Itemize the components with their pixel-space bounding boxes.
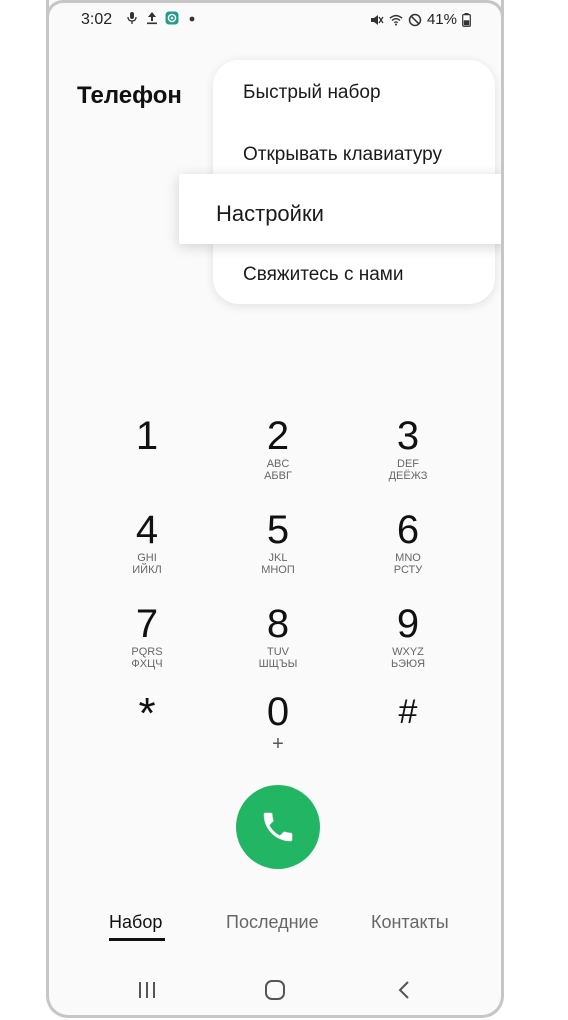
key-letters-latin: TUV: [267, 646, 289, 658]
menu-item-contact-us[interactable]: Свяжитесь с нами: [243, 264, 403, 286]
key-plus-label: +: [272, 733, 284, 755]
key-letters-cyrillic: ДЕЁЖЗ: [388, 470, 428, 482]
key-letters-latin: JKL: [268, 552, 288, 564]
wifi-icon: [389, 14, 403, 26]
key-letters-latin: ABC: [266, 458, 290, 470]
key-letters-cyrillic: РСТУ: [393, 564, 423, 576]
key-6[interactable]: 6 MNO РСТУ: [353, 508, 463, 596]
key-star[interactable]: *: [92, 690, 202, 778]
menu-item-settings[interactable]: Настройки: [179, 174, 501, 244]
dot-icon: [189, 16, 195, 22]
key-1[interactable]: 1: [92, 414, 202, 502]
key-9[interactable]: 9 WXYZ ЬЭЮЯ: [353, 602, 463, 690]
key-letters-latin: DEF: [397, 458, 419, 470]
key-3[interactable]: 3 DEF ДЕЁЖЗ: [353, 414, 463, 502]
menu-item-speed-dial[interactable]: Быстрый набор: [243, 82, 381, 104]
key-letters-latin: WXYZ: [392, 646, 424, 658]
key-letters-latin: GHI: [137, 552, 157, 564]
key-2[interactable]: 2 ABC АБВГ: [223, 414, 333, 502]
status-bar: 3:02 41%: [49, 0, 501, 40]
key-5[interactable]: 5 JKL МНОП: [223, 508, 333, 596]
key-digit: #: [398, 693, 418, 731]
key-7[interactable]: 7 PQRS ФХЦЧ: [92, 602, 202, 690]
tab-keypad[interactable]: Набор: [109, 912, 162, 933]
page-title: Телефон: [77, 82, 182, 109]
key-digit: 2: [266, 414, 290, 458]
key-digit: 1: [135, 414, 159, 458]
tab-contacts[interactable]: Контакты: [371, 912, 449, 933]
system-nav-bar: [49, 970, 501, 1010]
key-digit: 0: [266, 690, 290, 734]
app-notification-icon: [165, 11, 179, 25]
menu-item-settings-label: Настройки: [216, 201, 324, 226]
battery-percent: 41%: [426, 11, 457, 28]
phone-icon: [263, 812, 293, 842]
battery-icon: [462, 12, 471, 27]
status-right: 41%: [370, 11, 471, 28]
recent-apps-icon[interactable]: [135, 978, 159, 1002]
home-icon[interactable]: [263, 978, 287, 1002]
tab-recents[interactable]: Последние: [226, 912, 319, 933]
mute-icon: [370, 14, 384, 25]
key-digit: 3: [396, 414, 420, 458]
key-digit: 7: [135, 602, 159, 646]
key-letters-latin: PQRS: [131, 646, 163, 658]
key-letters-latin: MNO: [395, 552, 421, 564]
key-digit: 8: [266, 602, 290, 646]
key-hash[interactable]: #: [353, 690, 463, 778]
mic-icon: [127, 12, 137, 24]
call-button[interactable]: [236, 785, 320, 869]
menu-item-open-keypad[interactable]: Открывать клавиатуру: [243, 144, 442, 166]
upload-icon: [147, 12, 157, 25]
key-letters-cyrillic: ШЩЪЫ: [258, 658, 298, 670]
key-digit: *: [138, 689, 156, 738]
bottom-tabs: Набор Последние Контакты: [49, 912, 501, 942]
back-icon[interactable]: [393, 978, 417, 1002]
key-digit: 6: [396, 508, 420, 552]
key-8[interactable]: 8 TUV ШЩЪЫ: [223, 602, 333, 690]
key-letters-cyrillic: МНОП: [261, 564, 295, 576]
key-letters-cyrillic: ФХЦЧ: [131, 658, 163, 670]
key-digit: 4: [135, 508, 159, 552]
key-letters-cyrillic: ЬЭЮЯ: [390, 658, 426, 670]
key-4[interactable]: 4 GHI ИЙКЛ: [92, 508, 202, 596]
no-disturb-icon: [408, 13, 422, 26]
key-digit: 9: [396, 602, 420, 646]
key-digit: 5: [266, 508, 290, 552]
status-left-icons: [125, 11, 199, 25]
key-letters-cyrillic: ИЙКЛ: [132, 564, 162, 576]
key-0[interactable]: 0 +: [223, 690, 333, 778]
active-tab-indicator: [109, 938, 165, 941]
key-letters-cyrillic: АБВГ: [264, 470, 292, 482]
status-time: 3:02: [81, 11, 113, 28]
phone-screen: 3:02 41% Телефон Быстрый набор Открывать…: [46, 0, 504, 1018]
